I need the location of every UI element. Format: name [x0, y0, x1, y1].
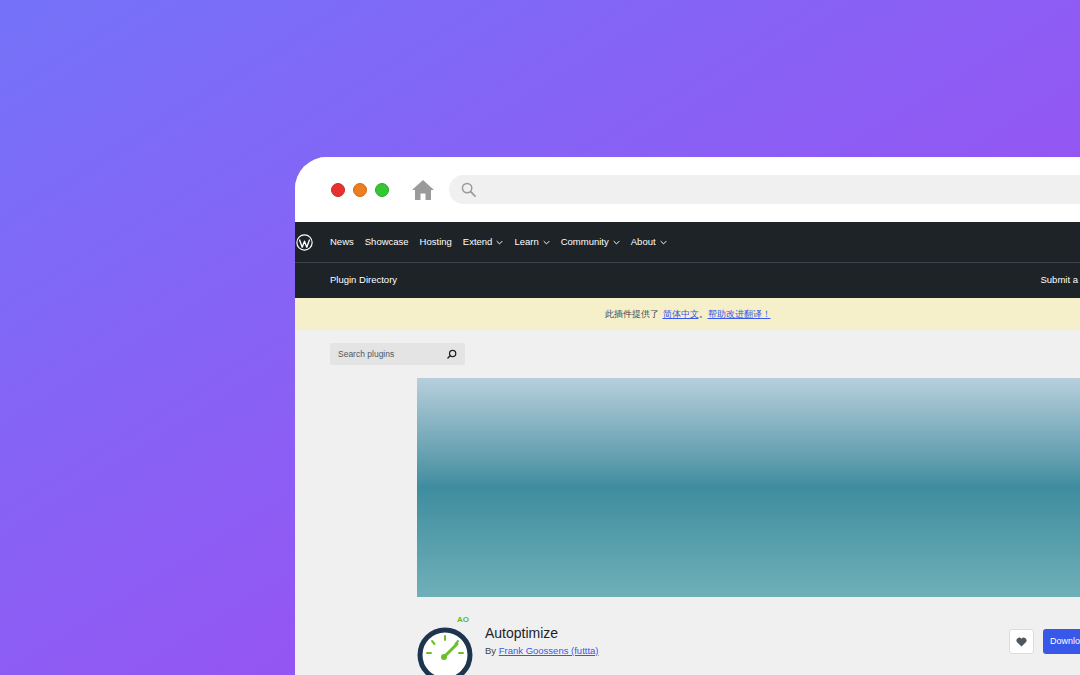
download-button[interactable]: Downlo [1043, 629, 1080, 654]
gauge-icon [417, 627, 473, 675]
plugin-directory-link[interactable]: Plugin Directory [330, 273, 397, 287]
author-link[interactable]: Frank Goossens (futtta) [499, 645, 599, 656]
desktop-background: News Showcase Hosting Extend Learn Community A… [0, 0, 1080, 675]
translation-notice: 此插件提供了简体中文。帮助改进翻译！ [295, 298, 1080, 330]
search-input[interactable] [338, 348, 447, 361]
search-field[interactable] [330, 343, 465, 365]
nav-item[interactable]: Learn [514, 235, 549, 249]
heart-icon [1016, 637, 1027, 647]
main-content: AO Autoptimize By Frank Goossens (futtta… [295, 330, 1080, 675]
plugin-byline: By Frank Goossens (futtta) [485, 644, 1009, 658]
browser-toolbar [295, 157, 1080, 222]
plugin-banner [417, 378, 1080, 597]
plugin-icon: AO [417, 619, 473, 675]
search-icon [461, 182, 476, 197]
nav-item[interactable]: Extend [463, 235, 504, 249]
wordpress-logo-icon[interactable] [296, 234, 313, 251]
plugin-header: AO Autoptimize By Frank Goossens (futtta… [417, 619, 1080, 675]
language-link[interactable]: 简体中文 [663, 308, 699, 321]
plugin-directory-bar: Plugin Directory Submit a [295, 263, 1080, 298]
nav-item[interactable]: About [631, 235, 667, 249]
address-bar[interactable] [449, 175, 1080, 204]
nav-item[interactable]: Community [561, 235, 620, 249]
maximize-button[interactable] [375, 183, 389, 197]
nav-item[interactable]: Hosting [420, 235, 452, 249]
submit-link[interactable]: Submit a [1041, 273, 1079, 287]
plugin-title-block: Autoptimize By Frank Goossens (futtta) [485, 619, 1009, 658]
browser-window: News Showcase Hosting Extend Learn Community A… [295, 157, 1080, 675]
nav-menu: News Showcase Hosting Extend Learn Community A… [330, 235, 667, 249]
nav-item[interactable]: Showcase [365, 235, 409, 249]
chevron-down-icon [613, 240, 620, 245]
global-nav: News Showcase Hosting Extend Learn Community A… [295, 222, 1080, 263]
plugin-name: Autoptimize [485, 624, 1009, 642]
chevron-down-icon [543, 240, 550, 245]
close-button[interactable] [331, 183, 345, 197]
minimize-button[interactable] [353, 183, 367, 197]
help-translate-link[interactable]: 帮助改进翻译！ [708, 308, 771, 321]
chevron-down-icon [496, 240, 503, 245]
home-icon[interactable] [411, 179, 435, 201]
icon-label: AO [457, 616, 469, 624]
chevron-down-icon [660, 240, 667, 245]
nav-item[interactable]: News [330, 235, 354, 249]
favorite-button[interactable] [1009, 629, 1034, 654]
search-icon[interactable] [447, 349, 457, 359]
